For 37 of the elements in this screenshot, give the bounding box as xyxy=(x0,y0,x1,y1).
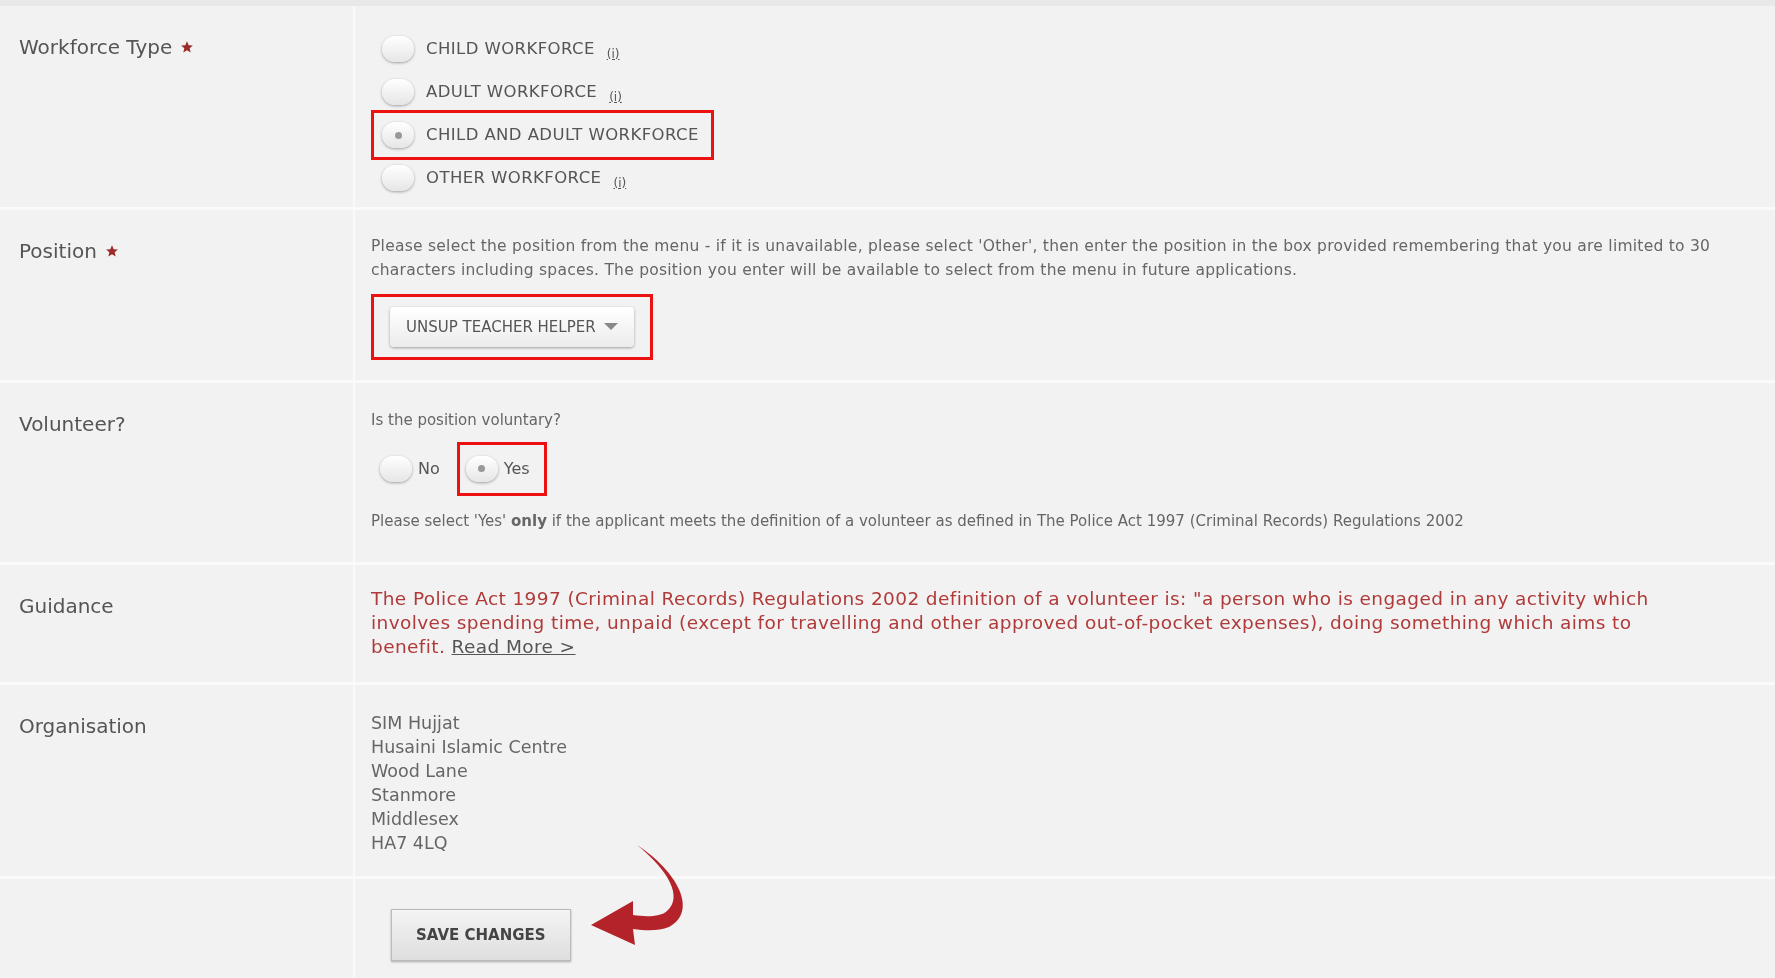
radio-button[interactable] xyxy=(382,122,414,148)
radio-button[interactable] xyxy=(465,455,498,482)
radio-option[interactable]: Yes xyxy=(456,441,547,496)
option-label: Yes xyxy=(503,457,530,480)
save-button[interactable]: SAVE CHANGES xyxy=(391,909,571,961)
field-label: Position xyxy=(19,236,119,266)
radio-button[interactable] xyxy=(382,165,414,191)
read-more-link[interactable]: Read More > xyxy=(451,636,576,657)
info-link[interactable]: (i) xyxy=(609,88,622,106)
address-line: Stanmore xyxy=(371,784,457,807)
address-line: Husaini Islamic Centre xyxy=(371,736,567,759)
field-label: Guidance xyxy=(19,593,114,620)
address-line: HA7 4LQ xyxy=(371,832,448,855)
radio-button[interactable] xyxy=(382,36,414,62)
option-label: CHILD AND ADULT WORKFORCE xyxy=(426,123,699,146)
guidance-text: The Police Act 1997 (Criminal Records) Regulations 2002 definition of a volunteer is: "a person who is engaged in any activity which involves spending time, unpaid (except for travelling and other approved out-of-pocket expenses), doing something which aims to benefit. Read More > xyxy=(371,587,1650,659)
address-line: SIM Hujjat xyxy=(371,712,460,735)
radio-option[interactable]: CHILD AND ADULT WORKFORCE xyxy=(371,110,714,160)
option-label: OTHER WORKFORCE xyxy=(426,166,602,189)
help-text: Please select the position from the menu - if it is unavailable, please select 'Other', then enter the position in the box provided remembering that you are limited to 30 characters including spaces. The position you enter will be available to select from the menu in future applications. xyxy=(371,236,1712,281)
info-link[interactable]: (i) xyxy=(606,45,620,63)
radio-option[interactable]: No xyxy=(371,441,457,496)
address-line: Middlesex xyxy=(371,808,459,831)
option-label: ADULT WORKFORCE xyxy=(426,80,598,103)
position-dropdown[interactable]: UNSUP TEACHER HELPER xyxy=(390,307,634,347)
option-label: CHILD WORKFORCE xyxy=(426,37,595,60)
field-label: Workforce Type xyxy=(19,32,195,62)
info-link[interactable]: (i) xyxy=(613,174,627,192)
option-label: No xyxy=(418,457,440,480)
field-label: Organisation xyxy=(19,713,147,740)
caret-icon xyxy=(603,323,618,331)
radio-button[interactable] xyxy=(380,455,412,482)
address-line: Wood Lane xyxy=(371,760,468,783)
radio-button[interactable] xyxy=(382,79,414,105)
field-label: Volunteer? xyxy=(19,411,126,438)
note-text: Please select 'Yes' only if the applicant meets the definition of a volunteer as defined in The Police Act 1997 (Criminal Records) Regulations 2002 xyxy=(371,510,1465,532)
question-text: Is the position voluntary? xyxy=(371,410,561,431)
